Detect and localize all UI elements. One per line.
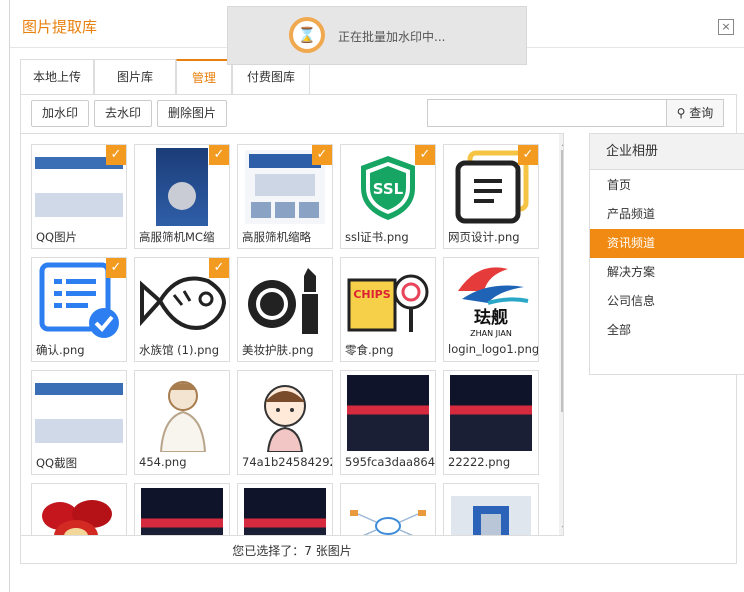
- image-thumbnail: [343, 486, 433, 535]
- image-thumbnail: [240, 486, 330, 535]
- image-caption: 高服筛机MC缩: [139, 230, 215, 244]
- checkmark-icon[interactable]: ✓: [209, 258, 229, 278]
- image-thumbnail: CHIPS: [343, 260, 433, 339]
- image-caption: 74a1b245842925: [242, 455, 332, 469]
- album-item-all[interactable]: 全部: [590, 316, 744, 345]
- image-card[interactable]: 高服筛机缩略 ✓: [237, 144, 333, 249]
- tab-manage[interactable]: 管理: [176, 59, 232, 95]
- image-card[interactable]: 454.png: [134, 370, 230, 475]
- image-thumbnail: 珐舰 ZHAN JIAN: [446, 260, 536, 339]
- image-caption: QQ截图: [36, 456, 78, 470]
- image-card[interactable]: CHIPS 零食.png: [340, 257, 436, 362]
- checkmark-icon[interactable]: ✓: [312, 145, 332, 165]
- image-card[interactable]: 74a1b245842925: [237, 370, 333, 475]
- scroll-down-icon[interactable]: ▼: [562, 524, 563, 533]
- image-thumbnail: [240, 373, 330, 452]
- grid-scrollbar[interactable]: ▲ ▼: [559, 134, 563, 535]
- ssl-shield-icon: SSL: [361, 155, 415, 220]
- album-item-products[interactable]: 产品频道: [590, 200, 744, 229]
- image-card[interactable]: [237, 483, 333, 535]
- image-card[interactable]: 水族馆 (1).png ✓: [134, 257, 230, 362]
- logo-cn-text: 珐舰: [474, 307, 508, 328]
- album-item-news[interactable]: 资讯频道: [590, 229, 744, 258]
- image-caption: 22222.png: [448, 455, 511, 469]
- album-sidebar: 企业相册 首页 产品频道 资讯频道 解决方案 公司信息 全部: [589, 133, 744, 375]
- remove-watermark-button[interactable]: 去水印: [94, 100, 152, 127]
- image-card[interactable]: 珐舰 ZHAN JIAN login_logo1.png: [443, 257, 539, 362]
- image-thumbnail: [240, 260, 330, 339]
- selected-count-text: 您已选择了：7 张图片: [232, 544, 352, 558]
- logo-en-text: ZHAN JIAN: [470, 329, 512, 338]
- image-caption: 网页设计.png: [448, 230, 520, 244]
- add-watermark-button[interactable]: 加水印: [31, 100, 89, 127]
- image-caption: 零食.png: [345, 343, 394, 357]
- image-caption: ssl证书.png: [345, 230, 409, 244]
- checkmark-icon[interactable]: ✓: [106, 145, 126, 165]
- image-caption: 454.png: [139, 455, 187, 469]
- image-thumbnail: [137, 486, 227, 535]
- checkmark-icon[interactable]: ✓: [518, 145, 538, 165]
- close-icon[interactable]: ×: [718, 19, 734, 35]
- album-item-solutions[interactable]: 解决方案: [590, 258, 744, 287]
- search-button-label: 查询: [689, 106, 714, 120]
- album-item-company-info[interactable]: 公司信息: [590, 287, 744, 316]
- image-thumbnail: [446, 373, 536, 452]
- search-button[interactable]: ⚲ 查询: [666, 99, 724, 127]
- cartoon-girl: [264, 384, 306, 452]
- image-card[interactable]: 595fca3daa8643: [340, 370, 436, 475]
- diagram-thumbnail: [350, 509, 426, 535]
- loading-toast: 正在批量加水印中...: [227, 6, 527, 65]
- image-caption: 595fca3daa8643: [345, 455, 436, 469]
- search-input[interactable]: [427, 99, 667, 127]
- image-caption: login_logo1.png: [448, 342, 539, 356]
- image-caption: 水族馆 (1).png: [139, 343, 219, 357]
- image-card[interactable]: 高服筛机MC缩 ✓: [134, 144, 230, 249]
- cosmetics-icon: [248, 267, 318, 334]
- image-thumbnail: [446, 486, 536, 535]
- image-thumbnail: [137, 373, 227, 452]
- image-card[interactable]: [443, 483, 539, 535]
- scroll-up-icon[interactable]: ▲: [562, 138, 563, 147]
- image-card[interactable]: [134, 483, 230, 535]
- image-grid: QQ图片 ✓ 高服筛机MC缩 ✓ 高服筛机缩略 ✓ SSL ssl证书.png …: [20, 133, 564, 536]
- search-icon: ⚲: [676, 106, 686, 120]
- tab-local-upload[interactable]: 本地上传: [20, 59, 94, 94]
- tab-image-library[interactable]: 图片库: [94, 59, 176, 94]
- checkmark-icon[interactable]: ✓: [415, 145, 435, 165]
- image-card[interactable]: [31, 483, 127, 535]
- person-sketch: [159, 380, 207, 452]
- dialog-title: 图片提取库: [22, 18, 98, 36]
- image-card[interactable]: 确认.png ✓: [31, 257, 127, 362]
- image-thumbnail: [343, 373, 433, 452]
- toast-message: 正在批量加水印中...: [338, 30, 446, 44]
- image-card[interactable]: SSL ssl证书.png ✓: [340, 144, 436, 249]
- snack-icon: CHIPS: [347, 274, 429, 332]
- image-caption: 确认.png: [36, 343, 85, 357]
- chips-text: CHIPS: [353, 288, 390, 301]
- image-card[interactable]: 22222.png: [443, 370, 539, 475]
- image-caption: 高服筛机缩略: [242, 230, 311, 244]
- image-card[interactable]: [340, 483, 436, 535]
- checkmark-icon[interactable]: ✓: [209, 145, 229, 165]
- machine-photo: [451, 495, 531, 535]
- album-item-home[interactable]: 首页: [590, 171, 744, 200]
- zhanjian-logo: 珐舰 ZHAN JIAN: [458, 266, 529, 338]
- delete-image-button[interactable]: 删除图片: [157, 100, 227, 127]
- album-header: 企业相册: [590, 134, 744, 170]
- image-thumbnail: [34, 486, 124, 535]
- image-card[interactable]: 美妆护肤.png: [237, 257, 333, 362]
- image-card[interactable]: QQ图片 ✓: [31, 144, 127, 249]
- image-caption: QQ图片: [36, 230, 78, 244]
- image-thumbnail: [34, 373, 124, 452]
- image-card[interactable]: 网页设计.png ✓: [443, 144, 539, 249]
- checkmark-icon[interactable]: ✓: [106, 258, 126, 278]
- scroll-thumb[interactable]: [561, 150, 563, 412]
- hourglass-icon: [289, 17, 325, 53]
- ssl-text: SSL: [373, 180, 404, 198]
- image-caption: 美妆护肤.png: [242, 343, 314, 357]
- jujube-photo: [42, 499, 112, 535]
- image-library-dialog: 图片提取库 × 本地上传 图片库 管理 付费图库 加水印 去水印 删除图片 ⚲ …: [9, 0, 744, 592]
- image-card[interactable]: QQ截图: [31, 370, 127, 475]
